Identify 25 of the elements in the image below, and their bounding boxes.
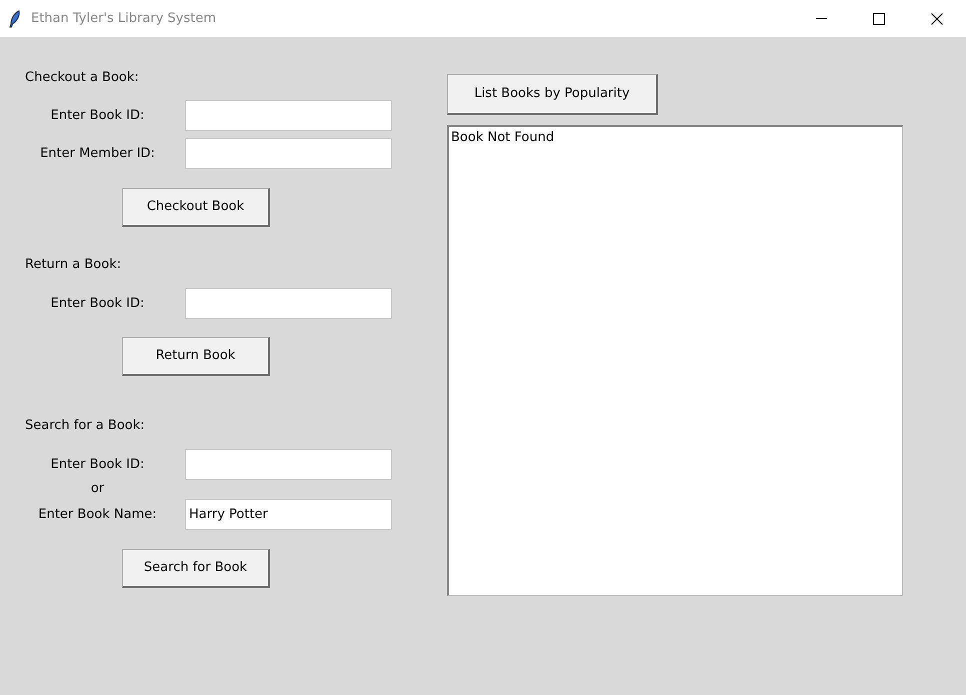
- results-listbox[interactable]: Book Not Found: [447, 125, 903, 596]
- feather-icon: [9, 10, 21, 28]
- section-heading: Return a Book:: [25, 256, 122, 274]
- field-label: Enter Book ID:: [50, 456, 146, 474]
- window-title: Ethan Tyler's Library System: [31, 10, 217, 28]
- minimize-icon: [816, 18, 826, 19]
- section-heading: Search for a Book:: [25, 417, 146, 435]
- close-icon: [931, 12, 943, 24]
- maximize-icon: [873, 12, 885, 24]
- input-field[interactable]: [185, 138, 392, 169]
- input-field[interactable]: [185, 449, 392, 480]
- input-field[interactable]: [185, 288, 392, 319]
- or-label: or: [90, 481, 106, 497]
- input-field[interactable]: Harry Potter: [185, 499, 392, 530]
- field-label: Enter Book Name:: [37, 506, 158, 524]
- section-heading: Checkout a Book:: [25, 69, 140, 87]
- action-button[interactable]: Search for Book: [122, 549, 270, 588]
- field-label: Enter Member ID:: [39, 144, 156, 163]
- list-by-popularity-button[interactable]: List Books by Popularity: [447, 74, 658, 115]
- action-button[interactable]: Checkout Book: [122, 188, 270, 227]
- input-field[interactable]: [185, 100, 392, 131]
- field-label: Enter Book ID:: [50, 294, 146, 313]
- action-button[interactable]: Return Book: [122, 337, 270, 376]
- field-label: Enter Book ID:: [50, 106, 146, 125]
- list-item[interactable]: Book Not Found: [451, 128, 900, 148]
